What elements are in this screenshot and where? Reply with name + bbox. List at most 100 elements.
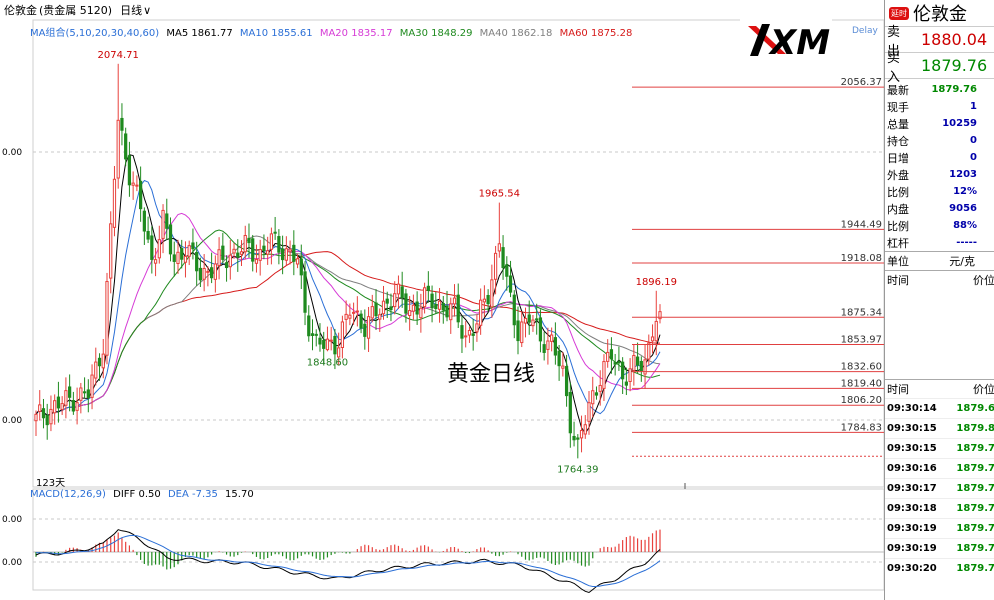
candle-body [299, 258, 303, 276]
tick-row: 09:30:15 1879.7 [885, 438, 994, 458]
candle-body [90, 374, 94, 398]
candle-body [381, 300, 386, 315]
candle-body [131, 182, 135, 186]
stat-row: 比例 12% [885, 183, 994, 200]
quote-stats: 最新 1879.76 现手 1 总量 10259 持仓 0 日增 0 外盘 1203 比例 12% 内盘 90… [885, 78, 994, 251]
candle-body [49, 408, 53, 425]
candle-body [635, 356, 640, 366]
tick-price: 1879.7 [956, 503, 994, 514]
candle-body [217, 249, 221, 266]
tick-time: 09:30:15 [887, 443, 937, 454]
dea-value: DEA -7.35 [167, 489, 218, 500]
candle-body [650, 336, 655, 342]
candle-body [535, 318, 539, 321]
candle-body [314, 333, 318, 336]
candle-body [393, 293, 397, 308]
candle-body [38, 404, 42, 412]
candle-body [116, 119, 120, 179]
tick-row: 09:30:17 1879.7 [885, 478, 994, 498]
ma20-value: MA20 1835.17 [319, 28, 393, 39]
candle-body [351, 311, 356, 314]
stat-value: ----- [956, 237, 977, 248]
candle-body [378, 314, 382, 320]
level-label: 1875.34 [841, 307, 882, 318]
candle-body [456, 294, 460, 323]
candle-body [239, 251, 244, 255]
time-header: 时间 价位 [885, 270, 994, 289]
candle-body [243, 234, 247, 253]
candle-body [213, 263, 217, 280]
ma-group-label[interactable]: MA组合(5,10,20,30,40,60) [30, 28, 159, 39]
candle-body [79, 387, 83, 401]
candle-body [606, 351, 610, 362]
candle-body [527, 314, 531, 323]
stat-label: 外盘 [887, 168, 909, 182]
time-col-label: 时间 [887, 274, 909, 287]
dea-line [35, 534, 661, 587]
tick-list[interactable]: 09:30:14 1879.6 09:30:15 1879.8 09:30:15 1879… [885, 398, 994, 578]
candle-body [486, 294, 490, 305]
candle-body [292, 244, 296, 262]
candle-body [400, 286, 404, 299]
period-selector[interactable]: 日线 [120, 2, 142, 18]
candle-body [112, 178, 117, 228]
candle-body [307, 315, 311, 337]
candle-body [139, 180, 143, 210]
stat-row: 比例 88% [885, 217, 994, 234]
symbol-name: 伦敦金 [4, 4, 37, 17]
tick-price: 1879.7 [956, 523, 994, 534]
candle-body [411, 304, 416, 312]
candle-body [426, 285, 430, 291]
candle-body [624, 381, 628, 386]
candle-body [415, 301, 419, 315]
candle-body [258, 249, 262, 261]
level-label: 2056.37 [841, 77, 882, 88]
candle-body [617, 361, 621, 364]
candle-body [75, 402, 79, 411]
stat-value: 1 [970, 101, 977, 112]
price-col-label: 价位 [973, 274, 994, 287]
candle-body [479, 299, 483, 326]
candle-body [247, 237, 251, 244]
candle-body [142, 210, 146, 232]
candle-body [105, 281, 109, 356]
stat-row: 内盘 9056 [885, 200, 994, 217]
candle-body [82, 391, 87, 394]
candle-body [419, 307, 423, 319]
ma30-value: MA30 1848.29 [399, 28, 473, 39]
candle-body [288, 248, 292, 252]
candle-body [546, 340, 550, 350]
candle-body [576, 437, 580, 440]
stat-value: 0 [970, 152, 977, 163]
candle-body [198, 267, 203, 281]
buy-row[interactable]: 买入 1879.76 [885, 51, 994, 85]
stat-label: 内盘 [887, 202, 909, 216]
candle-body [318, 337, 322, 345]
stat-value: 1203 [949, 169, 977, 180]
candle-body [127, 155, 132, 186]
candle-body [579, 429, 584, 439]
candle-body [516, 320, 520, 342]
chevron-down-icon[interactable]: ∨ [143, 4, 151, 17]
stat-label: 杠杆 [887, 236, 909, 250]
candle-body [490, 279, 494, 308]
candle-body [553, 337, 557, 356]
level-label: 1832.60 [841, 362, 882, 373]
tick-time: 09:30:15 [887, 423, 937, 434]
candle-body [587, 402, 591, 422]
candle-body [45, 415, 49, 426]
kline-chart[interactable]: 0.00 0.00 0.00 0.00 2056.37 1944.49 1918.08 187… [0, 0, 884, 600]
candle-body [647, 342, 651, 360]
candle-body [41, 408, 46, 419]
candle-body [505, 264, 509, 277]
candle-body [475, 323, 479, 333]
tick-row: 09:30:16 1879.7 [885, 458, 994, 478]
price-annotation: 1848.60 [307, 357, 348, 368]
diff-line [35, 529, 661, 594]
macd-label[interactable]: MACD(12,26,9) [30, 489, 106, 500]
candle-body [389, 306, 393, 311]
tick-price: 1879.7 [956, 563, 994, 574]
tick-price: 1879.7 [956, 483, 994, 494]
candle-body [273, 231, 277, 234]
price-annotation: 1764.39 [557, 464, 598, 475]
